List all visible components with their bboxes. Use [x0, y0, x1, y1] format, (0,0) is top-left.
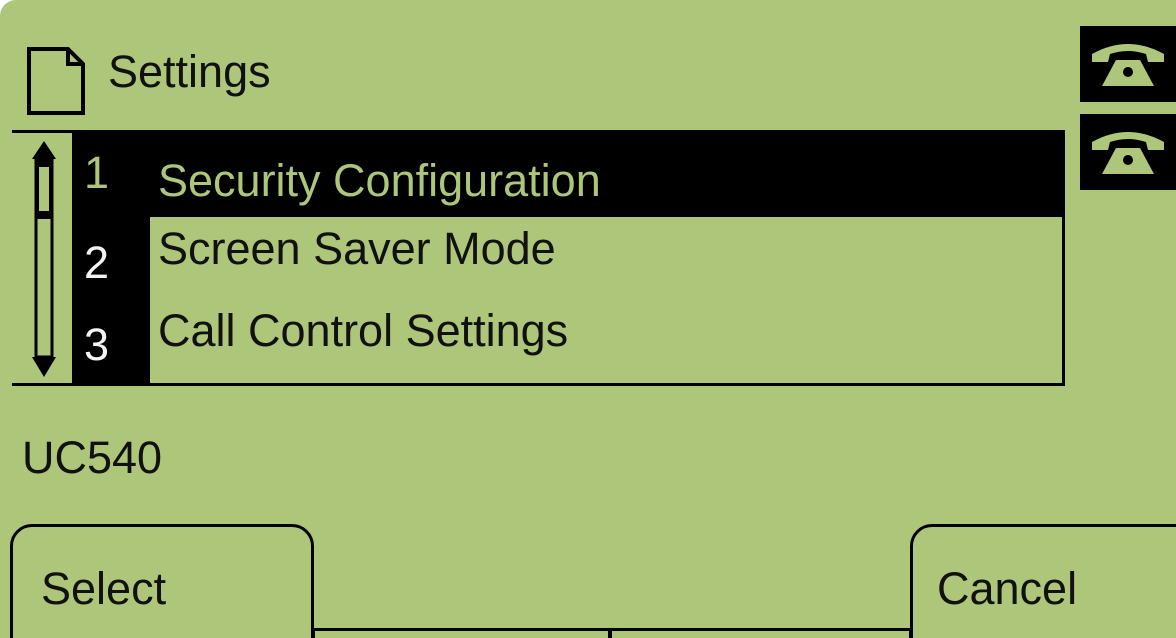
menu-item-call-control-settings[interactable]: 3 Call Control Settings: [72, 297, 1062, 379]
line-1-button[interactable]: [1080, 26, 1176, 102]
menu-item-label: Security Configuration: [158, 155, 601, 206]
cancel-softkey-label: Cancel: [937, 563, 1078, 614]
select-softkey[interactable]: Select: [10, 524, 314, 638]
menu-item-number: 1: [84, 147, 110, 198]
scroll-down-arrow-icon[interactable]: [32, 357, 56, 377]
menu-item-number: 2: [84, 237, 110, 288]
screen-title: Settings: [108, 46, 271, 97]
menu-item-screen-saver-mode[interactable]: 2 Screen Saver Mode: [72, 215, 1062, 297]
menu-item-label: Screen Saver Mode: [158, 223, 556, 274]
menu-item-number: 3: [84, 319, 110, 370]
empty-softkey-3[interactable]: [608, 628, 912, 638]
phone-handset-icon: [1092, 44, 1164, 86]
scroll-up-arrow-icon[interactable]: [32, 141, 56, 159]
settings-menu: 1 Security Configuration 2 Screen Saver …: [12, 130, 1065, 386]
phone-display: Settings 1 Security Configuration 2 Scre…: [0, 0, 1176, 638]
menu-item-security-configuration[interactable]: 1 Security Configuration: [72, 133, 1062, 217]
select-softkey-label: Select: [41, 563, 167, 614]
empty-softkey-2[interactable]: [312, 628, 612, 638]
menu-item-label: Call Control Settings: [158, 305, 569, 356]
scrollbar[interactable]: [26, 139, 62, 379]
document-icon: [27, 47, 85, 115]
cancel-softkey[interactable]: Cancel: [910, 524, 1176, 638]
line-2-button[interactable]: [1080, 114, 1176, 190]
device-status: UC540: [22, 432, 163, 483]
phone-handset-icon: [1092, 132, 1164, 174]
